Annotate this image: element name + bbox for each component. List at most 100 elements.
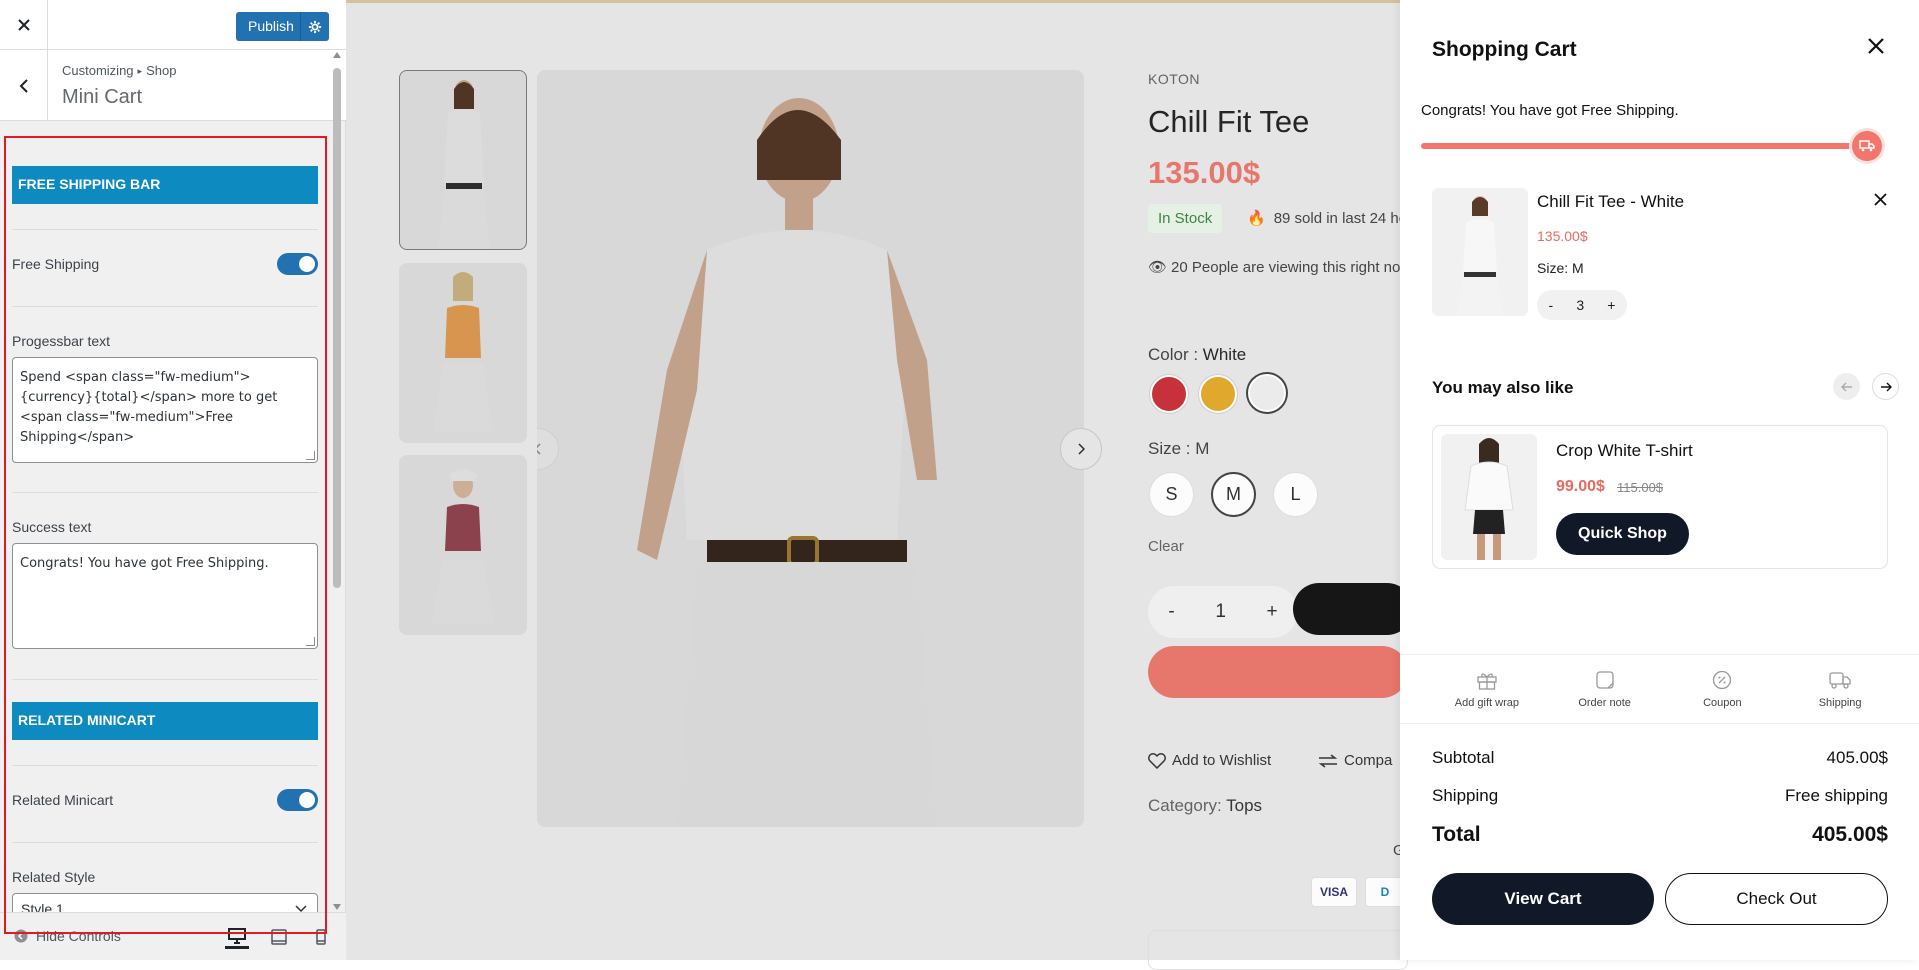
hide-controls-label: Hide Controls xyxy=(36,928,121,944)
cart-qty-minus-button[interactable]: - xyxy=(1549,297,1554,313)
divider xyxy=(12,765,318,766)
scrollbar-thumb[interactable] xyxy=(333,68,341,588)
truck-icon xyxy=(1829,672,1851,689)
hide-controls-button[interactable]: Hide Controls xyxy=(14,928,121,944)
shipping-row: Shipping Free shipping xyxy=(1432,786,1888,806)
progressbar-text-label: Progessbar text xyxy=(12,333,111,349)
tablet-preview-button[interactable] xyxy=(267,925,291,949)
cart-item-name[interactable]: Chill Fit Tee - White xyxy=(1537,192,1684,212)
cart-item-price: 135.00$ xyxy=(1537,228,1588,244)
related-product-card: Crop White T-shirt 99.00$ 115.00$ Quick … xyxy=(1432,425,1888,569)
scroll-down-icon[interactable] xyxy=(333,904,341,910)
shipping-progress-marker xyxy=(1852,131,1882,161)
free-shipping-label: Free Shipping xyxy=(12,256,100,272)
tablet-icon xyxy=(271,929,287,945)
section-free-shipping-bar: FREE SHIPPING BAR xyxy=(12,166,318,204)
subtotal-value: 405.00$ xyxy=(1826,748,1888,767)
note-icon xyxy=(1595,671,1614,689)
publish-settings-button[interactable] xyxy=(300,12,329,41)
resize-grip-icon[interactable] xyxy=(306,637,315,646)
related-product-old-price: 115.00$ xyxy=(1617,480,1664,495)
desktop-preview-button[interactable] xyxy=(225,925,249,949)
chevron-left-icon xyxy=(19,78,28,93)
related-next-button[interactable] xyxy=(1872,373,1899,400)
progressbar-text-field[interactable]: Spend <span class="fw-medium">{currency}… xyxy=(12,357,318,463)
divider xyxy=(12,679,318,680)
related-product-price: 99.00$ xyxy=(1556,478,1605,495)
you-may-also-like-title: You may also like xyxy=(1432,378,1574,397)
arrow-left-icon xyxy=(1840,382,1852,391)
shipping-value: Free shipping xyxy=(1784,786,1888,805)
order-note-label: Order note xyxy=(1578,697,1631,709)
close-cart-button[interactable] xyxy=(1867,37,1885,55)
device-switcher xyxy=(225,925,333,949)
cart-item-size: Size: M xyxy=(1537,260,1584,276)
cart-qty-value[interactable]: 3 xyxy=(1576,297,1584,313)
close-icon xyxy=(1868,38,1884,54)
breadcrumb: Customizing ▸ Shop xyxy=(62,63,176,78)
shipping-tool[interactable]: Shipping xyxy=(1781,655,1899,723)
publish-button[interactable]: Publish xyxy=(236,12,329,41)
mini-cart-drawer: Shopping Cart Congrats! You have got Fre… xyxy=(1400,0,1919,960)
order-note-tool[interactable]: Order note xyxy=(1546,655,1664,723)
subtotal-label: Subtotal xyxy=(1432,748,1495,767)
desktop-icon xyxy=(228,927,246,944)
divider xyxy=(12,842,318,843)
success-text-field[interactable]: Congrats! You have got Free Shipping. xyxy=(12,543,318,649)
related-style-label: Related Style xyxy=(12,869,96,885)
collapse-icon xyxy=(14,929,28,943)
progress-fill xyxy=(1421,143,1861,149)
coupon-icon xyxy=(1713,670,1732,690)
breadcrumb-separator-icon: ▸ xyxy=(137,66,143,76)
gift-wrap-label: Add gift wrap xyxy=(1454,697,1519,709)
cart-item-quantity-stepper: - 3 + xyxy=(1537,290,1627,320)
back-button[interactable] xyxy=(0,50,48,121)
total-value: 405.00$ xyxy=(1812,823,1888,846)
shipping-label: Shipping xyxy=(1432,786,1499,805)
scroll-up-icon[interactable] xyxy=(333,52,341,58)
subtotal-row: Subtotal 405.00$ xyxy=(1432,748,1888,768)
mobile-icon xyxy=(316,929,326,945)
total-label: Total xyxy=(1432,823,1481,846)
remove-item-button[interactable] xyxy=(1874,193,1887,206)
cart-item-image[interactable] xyxy=(1432,188,1528,316)
checkout-button[interactable]: Check Out xyxy=(1665,873,1888,925)
mobile-preview-button[interactable] xyxy=(309,925,333,949)
panel-scrollbar[interactable] xyxy=(330,50,344,912)
section-header: Customizing ▸ Shop Mini Cart xyxy=(0,50,346,121)
quick-shop-button[interactable]: Quick Shop xyxy=(1556,513,1689,555)
panel-title: Mini Cart xyxy=(62,86,143,108)
gear-icon xyxy=(308,20,322,33)
preview-dim-overlay[interactable] xyxy=(346,0,1400,960)
free-shipping-toggle[interactable] xyxy=(277,253,318,275)
gift-wrap-tool[interactable]: Add gift wrap xyxy=(1428,655,1546,723)
truck-icon xyxy=(1859,140,1875,152)
free-shipping-progress xyxy=(1421,143,1861,149)
related-minicart-toggle[interactable] xyxy=(277,789,318,811)
section-related-minicart: RELATED MINICART xyxy=(12,702,318,740)
controls-panel[interactable]: FREE SHIPPING BAR Free Shipping Progessb… xyxy=(0,137,329,937)
cart-qty-plus-button[interactable]: + xyxy=(1607,297,1615,313)
related-prev-button[interactable] xyxy=(1833,373,1860,400)
cart-title: Shopping Cart xyxy=(1432,38,1577,61)
resize-grip-icon[interactable] xyxy=(306,451,315,460)
free-shipping-message: Congrats! You have got Free Shipping. xyxy=(1421,102,1679,119)
divider xyxy=(12,306,318,307)
close-icon xyxy=(1874,193,1887,206)
gift-icon xyxy=(1477,673,1497,690)
arrow-right-icon xyxy=(1880,382,1892,391)
view-cart-button[interactable]: View Cart xyxy=(1432,873,1654,925)
breadcrumb-section: Shop xyxy=(146,63,177,78)
total-row: Total 405.00$ xyxy=(1432,823,1888,847)
related-product-name[interactable]: Crop White T-shirt xyxy=(1556,441,1693,461)
divider xyxy=(12,229,318,230)
close-customizer-button[interactable] xyxy=(0,0,48,50)
close-icon xyxy=(17,19,30,31)
related-product-image[interactable] xyxy=(1441,434,1537,560)
progressbar-text-value: Spend <span class="fw-medium">{currency}… xyxy=(20,370,278,445)
divider xyxy=(12,492,318,493)
customizer-sidebar: Publish Customizing ▸ Shop Mini Cart FREE … xyxy=(0,0,346,960)
coupon-tool[interactable]: Coupon xyxy=(1664,655,1782,723)
success-text-label: Success text xyxy=(12,519,92,535)
breadcrumb-root: Customizing xyxy=(62,63,134,78)
